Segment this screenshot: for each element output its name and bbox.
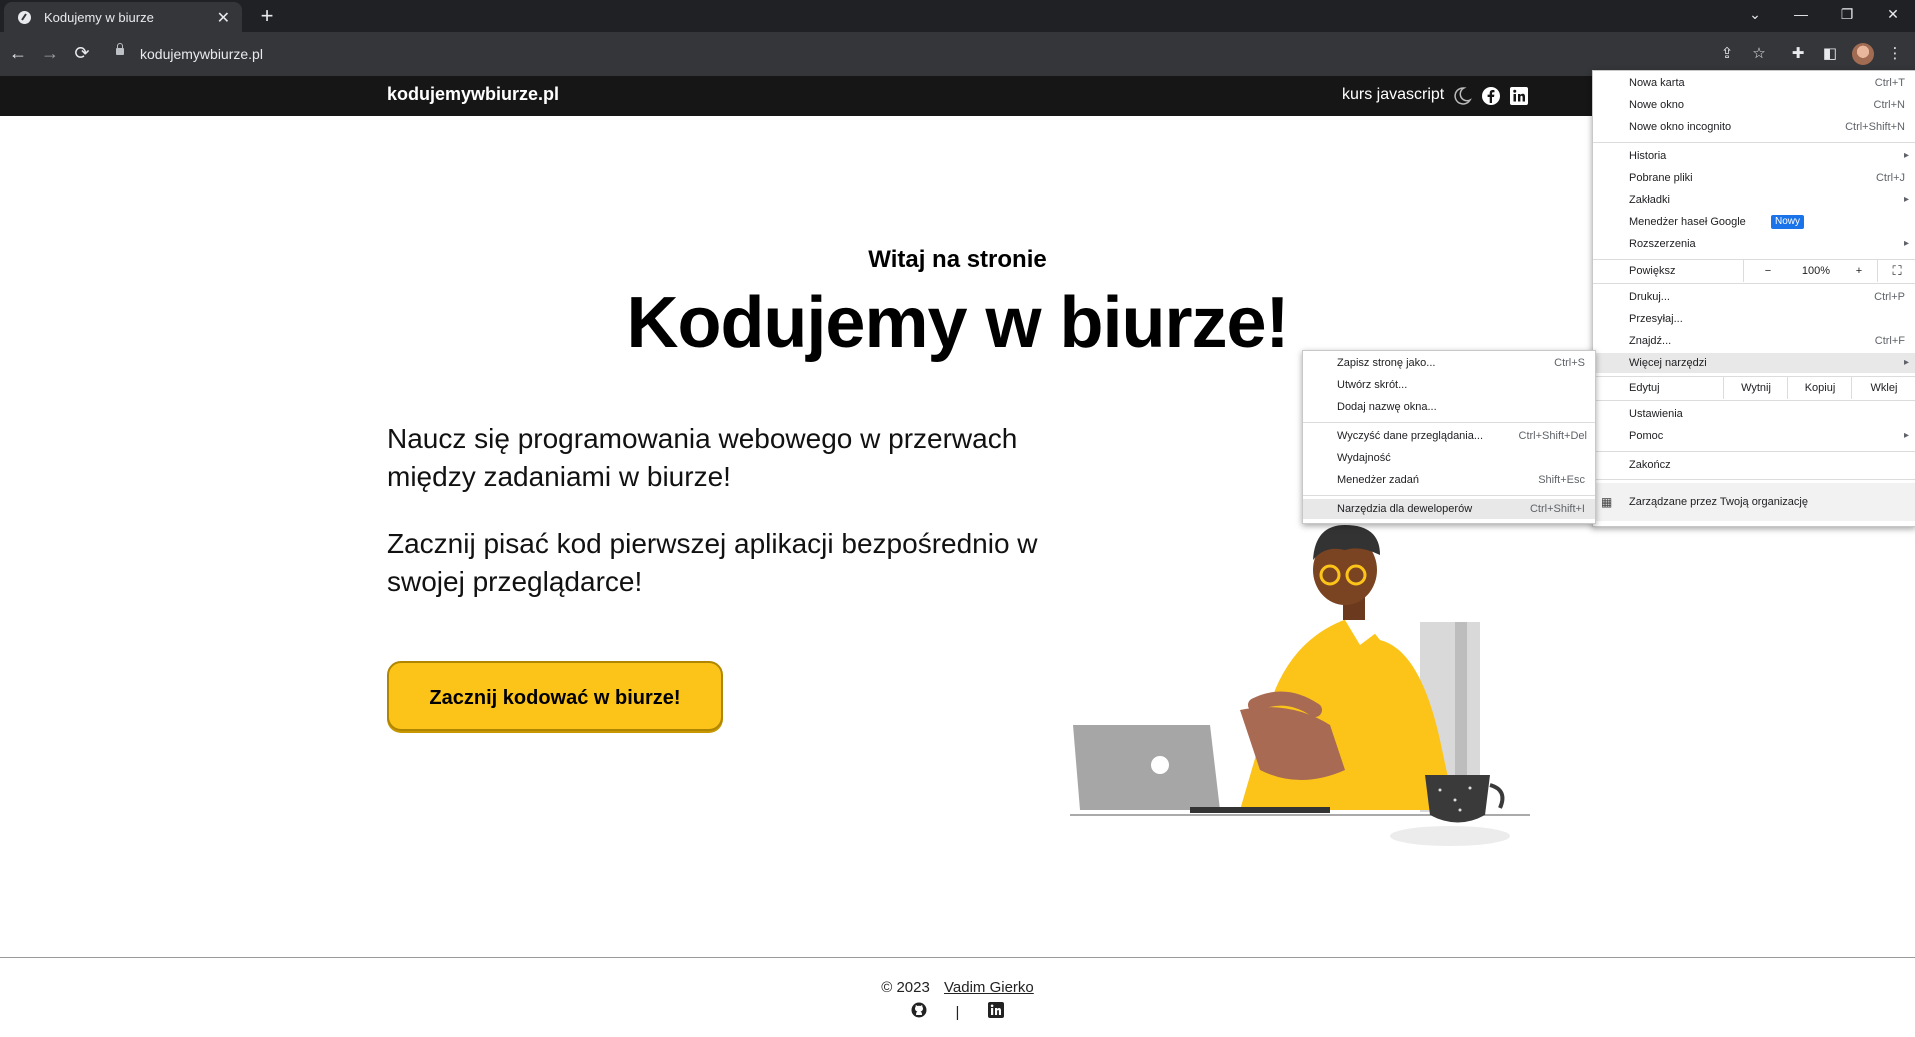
submenu-performance[interactable]: Wydajność [1303,448,1595,468]
facebook-icon[interactable] [1481,86,1501,106]
reload-button[interactable]: ⟳ [70,42,94,66]
zoom-out-button[interactable]: − [1743,260,1792,282]
menu-item-print[interactable]: Drukuj... Ctrl+P [1593,287,1915,307]
footer-icons: | [0,1002,1915,1022]
more-tools-submenu: Zapisz stronę jako... Ctrl+S Utwórz skró… [1302,350,1596,524]
tab-close-icon[interactable]: ✕ [217,8,230,28]
submenu-clear-browsing-data[interactable]: Wyczyść dane przeglądania... Ctrl+Shift+… [1303,426,1595,446]
menu-item-history[interactable]: Historia ▸ [1593,146,1915,166]
submenu-task-manager[interactable]: Menedżer zadań Shift+Esc [1303,470,1595,490]
copy-button[interactable]: Kopiuj [1787,377,1852,399]
menu-item-incognito[interactable]: Nowe okno incognito Ctrl+Shift+N [1593,117,1915,137]
menu-item-cast[interactable]: Przesyłaj... [1593,309,1915,329]
dark-mode-moon-icon[interactable] [1452,86,1472,106]
extensions-icon[interactable]: ✚ [1786,42,1810,66]
lock-icon[interactable] [116,43,124,55]
menu-item-new-tab[interactable]: Nowa karta Ctrl+T [1593,73,1915,93]
forward-button[interactable]: → [38,42,62,66]
menu-separator [1593,451,1915,452]
new-tab-button[interactable]: + [254,4,280,30]
organization-building-icon: ▦ [1601,495,1613,509]
chevron-right-icon: ▸ [1903,150,1909,161]
close-window-button[interactable]: ✕ [1871,0,1915,30]
zoom-level: 100% [1801,265,1831,277]
footer-copyright: © 2023 Vadim Gierko [0,979,1915,996]
tab-strip: Kodujemy w biurze ✕ + ⌄ — ❐ ✕ [0,0,1915,32]
bookmark-star-icon[interactable]: ☆ [1747,42,1771,66]
menu-separator [1303,422,1595,423]
submenu-name-window[interactable]: Dodaj nazwę okna... [1303,397,1595,417]
paste-button[interactable]: Wklej [1851,377,1915,399]
menu-separator [1303,495,1595,496]
menu-item-find[interactable]: Znajdź... Ctrl+F [1593,331,1915,351]
new-badge: Nowy [1771,215,1805,229]
tab-search-button[interactable]: ⌄ [1733,0,1777,30]
menu-item-zoom: Powiększ − 100% + ⛶ [1593,260,1915,282]
hero-paragraph-2: Zacznij pisać kod pierwszej aplikacji be… [387,528,1038,597]
menu-item-bookmarks[interactable]: Zakładki ▸ [1593,190,1915,210]
chrome-main-menu: Nowa karta Ctrl+T Nowe okno Ctrl+N Nowe … [1592,70,1915,527]
linkedin-icon[interactable] [1509,86,1529,106]
submenu-developer-tools[interactable]: Narzędzia dla deweloperów Ctrl+Shift+I [1303,499,1595,519]
menu-item-downloads[interactable]: Pobrane pliki Ctrl+J [1593,168,1915,188]
person-at-laptop-illustration [1070,525,1530,846]
chevron-right-icon: ▸ [1903,238,1909,249]
minimize-button[interactable]: — [1779,0,1823,30]
back-button[interactable]: ← [6,42,30,66]
menu-separator [1593,400,1915,401]
menu-separator [1593,283,1915,284]
kebab-menu-icon[interactable]: ⋮ [1883,42,1907,66]
fullscreen-icon[interactable]: ⛶ [1877,260,1915,282]
address-bar[interactable]: kodujemywbiurze.pl [108,38,1748,70]
tab-title: Kodujemy w biurze [44,10,154,25]
menu-item-extensions[interactable]: Rozszerzenia ▸ [1593,234,1915,254]
site-brand-link[interactable]: kodujemywbiurze.pl [387,84,559,105]
menu-separator [1593,142,1915,143]
start-coding-button[interactable]: Zacznij kodować w biurze! [387,661,723,731]
chevron-right-icon: ▸ [1903,357,1909,368]
submenu-save-page[interactable]: Zapisz stronę jako... Ctrl+S [1303,353,1595,373]
menu-item-edit: Edytuj Wytnij Kopiuj Wklej [1593,377,1915,399]
github-icon[interactable] [911,1002,927,1022]
cut-button[interactable]: Wytnij [1723,377,1788,399]
chevron-right-icon: ▸ [1903,430,1909,441]
chevron-right-icon: ▸ [1903,194,1909,205]
author-link[interactable]: Vadim Gierko [944,979,1034,996]
menu-item-new-window[interactable]: Nowe okno Ctrl+N [1593,95,1915,115]
menu-item-more-tools[interactable]: Więcej narzędzi ▸ [1593,353,1915,373]
menu-item-help[interactable]: Pomoc ▸ [1593,426,1915,446]
footer-separator: | [955,1003,960,1021]
footer-divider [0,957,1915,958]
url-text[interactable]: kodujemywbiurze.pl [140,46,263,62]
menu-item-settings[interactable]: Ustawienia [1593,404,1915,424]
menu-item-managed-by-org[interactable]: ▦ Zarządzane przez Twoją organizację [1593,483,1915,521]
copyright-text: © 2023 [881,979,930,996]
browser-tab[interactable]: Kodujemy w biurze ✕ [4,2,242,32]
site-favicon-icon [18,11,31,24]
nav-link-kurs-javascript[interactable]: kurs javascript [1342,86,1444,104]
menu-separator [1593,479,1915,480]
restore-button[interactable]: ❐ [1825,0,1869,30]
profile-avatar[interactable] [1852,43,1874,65]
submenu-create-shortcut[interactable]: Utwórz skrót... [1303,375,1595,395]
share-icon[interactable]: ⇪ [1715,42,1739,66]
menu-item-exit[interactable]: Zakończ [1593,455,1915,475]
menu-item-password-manager[interactable]: Menedżer haseł Google Nowy [1593,212,1915,232]
zoom-in-button[interactable]: + [1841,260,1877,282]
side-panel-icon[interactable]: ◧ [1818,42,1842,66]
hero-paragraph-1: Naucz się programowania webowego w przer… [387,423,1018,492]
footer-linkedin-icon[interactable] [987,1002,1004,1022]
